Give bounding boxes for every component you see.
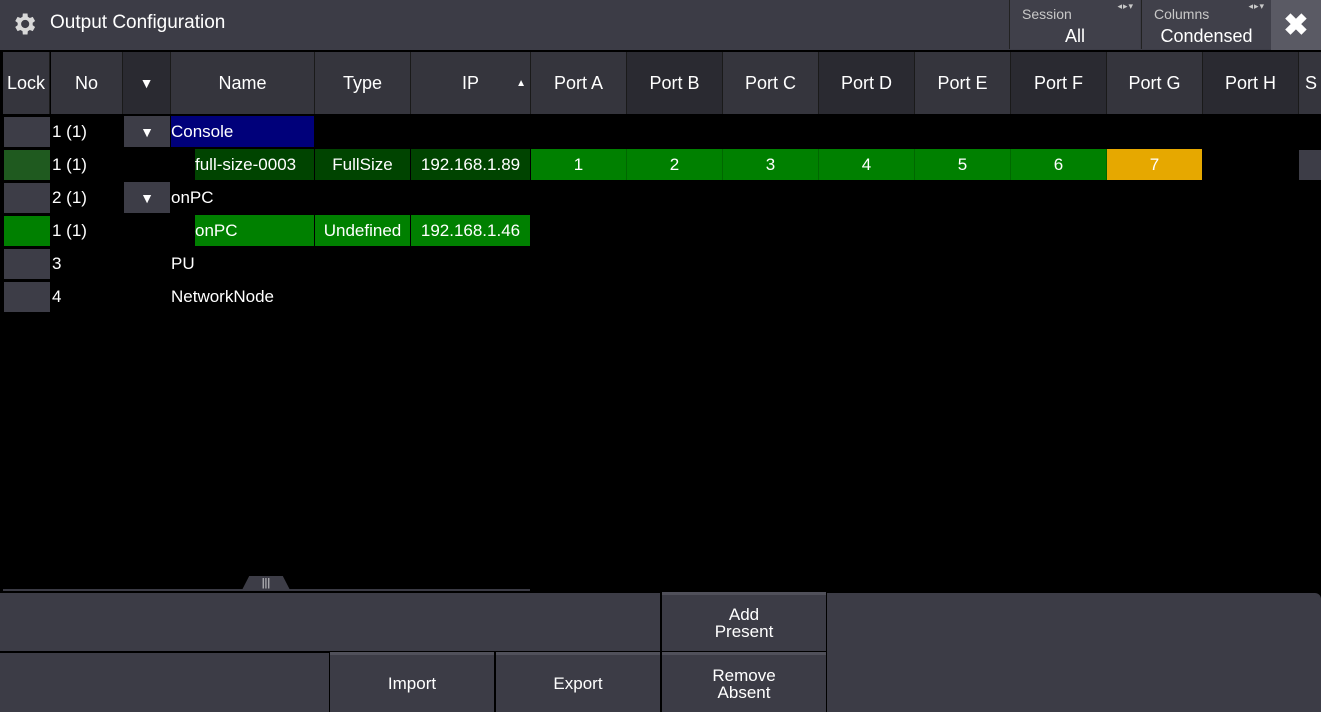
- export-label: Export: [553, 674, 603, 693]
- row-type[interactable]: FullSize: [315, 149, 410, 180]
- column-header-ip[interactable]: IP ▲: [411, 52, 531, 114]
- empty-panel: [0, 653, 329, 712]
- sort-ascending-icon: ▲: [516, 78, 526, 89]
- right-panel: [827, 593, 1321, 712]
- lock-toggle[interactable]: [4, 117, 50, 147]
- import-button[interactable]: Import: [330, 652, 494, 712]
- column-header-lock[interactable]: Lock: [3, 52, 50, 114]
- header-label: IP: [461, 72, 479, 93]
- column-header-port-g[interactable]: Port G: [1107, 52, 1203, 114]
- session-label: Session: [1022, 6, 1072, 22]
- columns-label: Columns: [1154, 6, 1210, 22]
- row-ip[interactable]: 192.168.1.89: [411, 149, 530, 180]
- header-label: Type: [342, 72, 383, 93]
- export-button[interactable]: Export: [496, 652, 660, 712]
- header-label: Port C: [744, 72, 796, 93]
- remove-absent-button[interactable]: Remove Absent: [662, 652, 826, 712]
- lock-toggle[interactable]: [4, 249, 50, 279]
- header-label: Port G: [1128, 72, 1181, 93]
- gear-icon[interactable]: [10, 10, 38, 38]
- lock-toggle[interactable]: [4, 282, 50, 312]
- row-name[interactable]: Console: [171, 116, 314, 147]
- column-header-overflow[interactable]: S: [1299, 52, 1321, 114]
- session-value: All: [1064, 26, 1085, 46]
- header-label: Port D: [840, 72, 892, 93]
- selector-arrows-icon: ◂▸▾: [1248, 1, 1265, 11]
- header-label: Port H: [1224, 72, 1276, 93]
- chevron-down-icon[interactable]: ▼: [124, 182, 170, 213]
- row-no: 2 (1): [52, 187, 87, 207]
- header-label: Port B: [649, 72, 700, 93]
- column-header-port-f[interactable]: Port F: [1011, 52, 1107, 114]
- header-label: Port A: [553, 72, 604, 93]
- column-header-name[interactable]: Name: [171, 52, 315, 114]
- column-header-port-b[interactable]: Port B: [627, 52, 723, 114]
- header-label: No: [74, 72, 98, 93]
- remove-absent-label: Remove Absent: [712, 665, 776, 702]
- overflow-cell: [1299, 150, 1321, 180]
- column-header-type[interactable]: Type: [315, 52, 411, 114]
- row-no: 1 (1): [52, 121, 87, 141]
- columns-selector[interactable]: Columns ◂▸▾ Condensed: [1141, 0, 1271, 49]
- lock-toggle[interactable]: [4, 150, 50, 180]
- row-no: 1 (1): [52, 154, 87, 174]
- selector-arrows-icon: ◂▸▾: [1117, 1, 1134, 11]
- port-f-cell[interactable]: 6: [1011, 149, 1107, 180]
- column-header-port-d[interactable]: Port D: [819, 52, 915, 114]
- header-label: Port F: [1033, 72, 1083, 93]
- import-label: Import: [387, 674, 437, 693]
- port-g-cell[interactable]: 7: [1107, 149, 1202, 180]
- row-no: 1 (1): [52, 220, 87, 240]
- row-ip[interactable]: 192.168.1.46: [411, 215, 530, 246]
- chevron-down-icon: ▼: [139, 75, 154, 91]
- lock-toggle[interactable]: [4, 183, 50, 213]
- add-present-label: Add Present: [714, 605, 774, 641]
- column-header-port-h[interactable]: Port H: [1203, 52, 1299, 114]
- window-title: Output Configuration: [50, 12, 226, 33]
- session-selector[interactable]: Session ◂▸▾ All: [1009, 0, 1140, 49]
- info-panel: [0, 593, 660, 651]
- column-header-port-c[interactable]: Port C: [723, 52, 819, 114]
- row-name[interactable]: onPC: [171, 182, 214, 213]
- port-e-cell[interactable]: 5: [915, 149, 1011, 180]
- row-name[interactable]: NetworkNode: [171, 281, 274, 312]
- header-label: Lock: [6, 72, 46, 93]
- row-name[interactable]: PU: [171, 248, 195, 279]
- lock-toggle[interactable]: [4, 216, 50, 246]
- row-name[interactable]: full-size-0003: [195, 149, 314, 180]
- column-header-port-e[interactable]: Port E: [915, 52, 1011, 114]
- chevron-down-icon[interactable]: ▼: [124, 116, 170, 147]
- columns-value: Condensed: [1160, 26, 1253, 46]
- column-header-expand-all[interactable]: ▼: [123, 52, 171, 114]
- row-type[interactable]: Undefined: [315, 215, 410, 246]
- column-header-port-a[interactable]: Port A: [531, 52, 627, 114]
- close-button[interactable]: ✖: [1271, 0, 1321, 50]
- header-label: Name: [218, 72, 267, 93]
- row-no: 3: [52, 253, 62, 273]
- row-no: 4: [52, 286, 62, 306]
- port-c-cell[interactable]: 3: [723, 149, 819, 180]
- resize-handle[interactable]: |||: [242, 576, 290, 590]
- add-present-button[interactable]: Add Present: [662, 592, 826, 651]
- port-a-cell[interactable]: 1: [531, 149, 627, 180]
- close-icon: ✖: [1283, 8, 1309, 42]
- header-label: Port E: [937, 72, 988, 93]
- port-d-cell[interactable]: 4: [819, 149, 915, 180]
- row-name[interactable]: onPC: [195, 215, 314, 246]
- header-label: S: [1305, 72, 1318, 93]
- port-b-cell[interactable]: 2: [627, 149, 723, 180]
- column-header-no[interactable]: No: [51, 52, 123, 114]
